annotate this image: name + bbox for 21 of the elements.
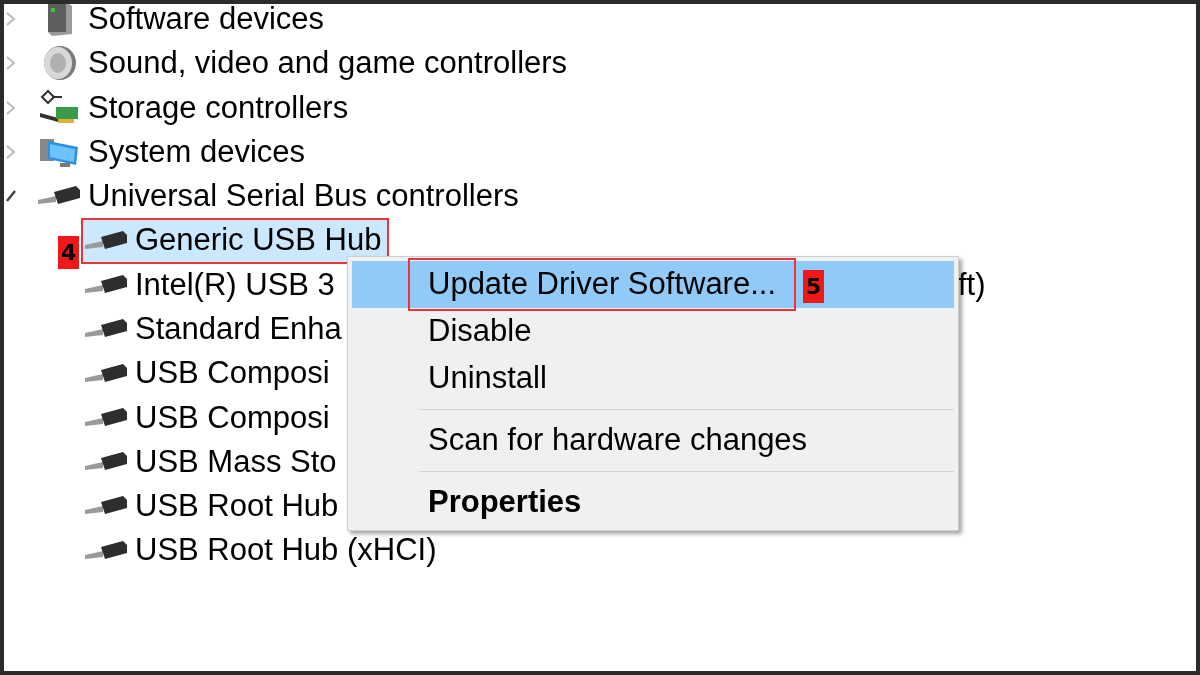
tree-item-label[interactable]: Universal Serial Bus controllers [88, 173, 519, 220]
menu-item[interactable]: Disable [352, 308, 954, 355]
tree-item[interactable]: Intel(R) USB 3 [83, 263, 341, 306]
tree-item-label[interactable]: Storage controllers [88, 84, 349, 131]
tree-item-label: ft) [958, 265, 986, 304]
tree-item[interactable]: USB Composi [83, 396, 336, 439]
tree-item-label[interactable]: Software devices [88, 4, 325, 43]
tree-item[interactable]: Standard Enha [83, 308, 348, 351]
tree-item-label[interactable]: Sound, video and game controllers [88, 40, 568, 87]
tree-item[interactable]: USB Composi [83, 352, 336, 395]
tree-item[interactable]: USB Root Hub [83, 485, 345, 528]
step-number: 4 [58, 236, 80, 270]
step-number: 5 [803, 270, 825, 304]
menu-item[interactable]: Update Driver Software... 5 [352, 261, 954, 308]
menu-item[interactable]: Scan for hardware changes [352, 417, 954, 464]
tree-item-label[interactable]: System devices [88, 128, 306, 176]
menu-item[interactable]: Properties [352, 479, 954, 526]
tree-item[interactable]: Generic USB Hub [83, 219, 388, 262]
menu-item[interactable]: Uninstall [352, 355, 954, 402]
tree-item[interactable]: USB Root Hub (xHCI) [83, 529, 443, 572]
tree-item[interactable]: USB Mass Sto [83, 441, 343, 484]
